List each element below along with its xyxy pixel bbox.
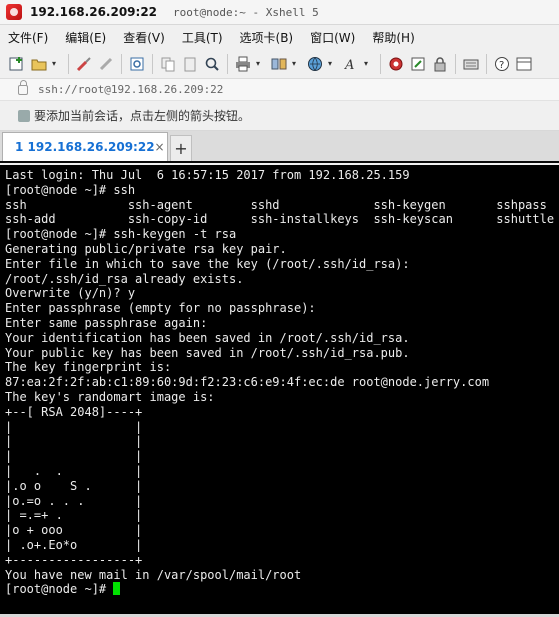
terminal-line: /root/.ssh/id_rsa already exists. xyxy=(5,271,244,286)
layout-icon[interactable] xyxy=(515,55,533,73)
xftp-icon[interactable] xyxy=(387,55,405,73)
terminal-line: |o + ooo | xyxy=(5,523,143,538)
chevron-down-icon[interactable]: ▾ xyxy=(52,59,60,68)
menu-tab[interactable]: 选项卡(B) xyxy=(240,29,294,46)
svg-text:?: ? xyxy=(499,60,504,71)
terminal-line: | | xyxy=(5,419,143,434)
title-bar: 192.168.26.209:22 root@node:~ - Xshell 5 xyxy=(0,0,559,25)
window-title-rest: root@node:~ - Xshell 5 xyxy=(173,5,319,19)
add-session-arrow-icon[interactable] xyxy=(18,109,30,122)
menu-window[interactable]: 窗口(W) xyxy=(310,29,355,46)
terminal-line: Enter file in which to save the key (/ro… xyxy=(5,256,410,271)
menu-view[interactable]: 查看(V) xyxy=(123,29,165,46)
xshell-app-icon xyxy=(6,4,22,20)
terminal-line: [root@node ~]# ssh xyxy=(5,182,136,197)
copy-icon[interactable] xyxy=(159,55,177,73)
terminal-cursor xyxy=(113,582,121,596)
window-title-host: 192.168.26.209:22 xyxy=(30,5,158,19)
address-input[interactable]: ssh://root@192.168.26.209:22 xyxy=(38,83,223,96)
toolbar-divider xyxy=(380,53,381,74)
info-bar: 要添加当前会话，点击左侧的箭头按钮。 xyxy=(0,101,559,131)
terminal-line: | =.=+ . | xyxy=(5,508,143,523)
toolbar-divider xyxy=(455,53,456,74)
font-icon[interactable]: A xyxy=(342,55,360,73)
toolbar-divider xyxy=(486,53,487,74)
terminal-line: | .o+.Eo*o | xyxy=(5,537,143,552)
paste-icon[interactable] xyxy=(181,55,199,73)
lock-icon xyxy=(18,79,28,95)
new-tab-button[interactable]: + xyxy=(170,135,192,161)
properties-icon[interactable] xyxy=(128,55,146,73)
menu-file[interactable]: 文件(F) xyxy=(8,29,48,46)
terminal-line: Your identification has been saved in /r… xyxy=(5,330,410,345)
terminal-line: The key fingerprint is: xyxy=(5,360,172,375)
terminal-line: [root@node ~]# ssh-keygen -t rsa xyxy=(5,227,237,242)
terminal-line: ssh-add ssh-copy-id ssh-installkeys ssh-… xyxy=(5,212,555,227)
toolbar: ▾ ▾ ▾ ▾ A ▾ ? xyxy=(0,49,559,79)
toolbar-divider xyxy=(121,53,122,74)
terminal-line: |.o o S . | xyxy=(5,478,143,493)
terminal-line: Enter passphrase (empty for no passphras… xyxy=(5,301,316,316)
transfer-icon[interactable] xyxy=(270,55,288,73)
print-icon[interactable] xyxy=(234,55,252,73)
terminal-line: +--[ RSA 2048]----+ xyxy=(5,404,143,419)
lock-icon[interactable] xyxy=(431,55,449,73)
toolbar-divider xyxy=(68,53,69,74)
new-session-icon[interactable] xyxy=(8,55,26,73)
chevron-down-icon[interactable]: ▾ xyxy=(364,59,372,68)
reconnect-icon[interactable] xyxy=(75,55,93,73)
terminal-line: | | xyxy=(5,434,143,449)
terminal-output[interactable]: Last login: Thu Jul 6 16:57:15 2017 from… xyxy=(0,165,559,614)
chevron-down-icon[interactable]: ▾ xyxy=(292,59,300,68)
disconnect-icon[interactable] xyxy=(97,55,115,73)
terminal-prompt: [root@node ~]# xyxy=(5,582,114,597)
info-bar-text: 要添加当前会话，点击左侧的箭头按钮。 xyxy=(34,109,251,123)
terminal-line: Enter same passphrase again: xyxy=(5,315,208,330)
terminal-line: | . . | xyxy=(5,463,143,478)
address-bar: ssh://root@192.168.26.209:22 xyxy=(0,79,559,101)
toolbar-divider xyxy=(152,53,153,74)
terminal-prompt-line: [root@node ~]# xyxy=(5,582,559,597)
chevron-down-icon[interactable]: ▾ xyxy=(328,59,336,68)
toolbar-divider xyxy=(227,53,228,74)
help-icon[interactable]: ? xyxy=(493,55,511,73)
close-icon[interactable]: × xyxy=(155,140,165,154)
terminal-line: Last login: Thu Jul 6 16:57:15 2017 from… xyxy=(5,168,410,182)
terminal-line: |o.=o . . . | xyxy=(5,493,143,508)
tab-session[interactable]: 1 192.168.26.209:22 × xyxy=(2,132,168,161)
menu-help[interactable]: 帮助(H) xyxy=(372,29,414,46)
chevron-down-icon[interactable]: ▾ xyxy=(256,59,264,68)
svg-text:A: A xyxy=(344,58,354,72)
menu-edit[interactable]: 编辑(E) xyxy=(65,29,106,46)
terminal-line: Your public key has been saved in /root/… xyxy=(5,345,410,360)
terminal-line: Generating public/private rsa key pair. xyxy=(5,241,287,256)
globe-icon[interactable] xyxy=(306,55,324,73)
tab-bar: 1 192.168.26.209:22 × + xyxy=(0,131,559,163)
terminal-line: You have new mail in /var/spool/mail/roo… xyxy=(5,567,302,582)
terminal-line: The key's randomart image is: xyxy=(5,389,215,404)
find-icon[interactable] xyxy=(203,55,221,73)
script-icon[interactable] xyxy=(409,55,427,73)
terminal-line: +-----------------+ xyxy=(5,552,143,567)
terminal-line: 87:ea:2f:2f:ab:c1:89:60:9d:f2:23:c6:e9:4… xyxy=(5,375,490,390)
terminal-line: ssh ssh-agent sshd ssh-keygen sshpass xyxy=(5,197,547,212)
menu-tools[interactable]: 工具(T) xyxy=(182,29,223,46)
terminal-line: | | xyxy=(5,449,143,464)
terminal-line: Overwrite (y/n)? y xyxy=(5,286,136,301)
keyboard-icon[interactable] xyxy=(462,55,480,73)
tab-session-label: 1 192.168.26.209:22 xyxy=(15,140,155,154)
menu-bar: 文件(F) 编辑(E) 查看(V) 工具(T) 选项卡(B) 窗口(W) 帮助(… xyxy=(0,25,559,49)
open-folder-icon[interactable] xyxy=(30,55,48,73)
